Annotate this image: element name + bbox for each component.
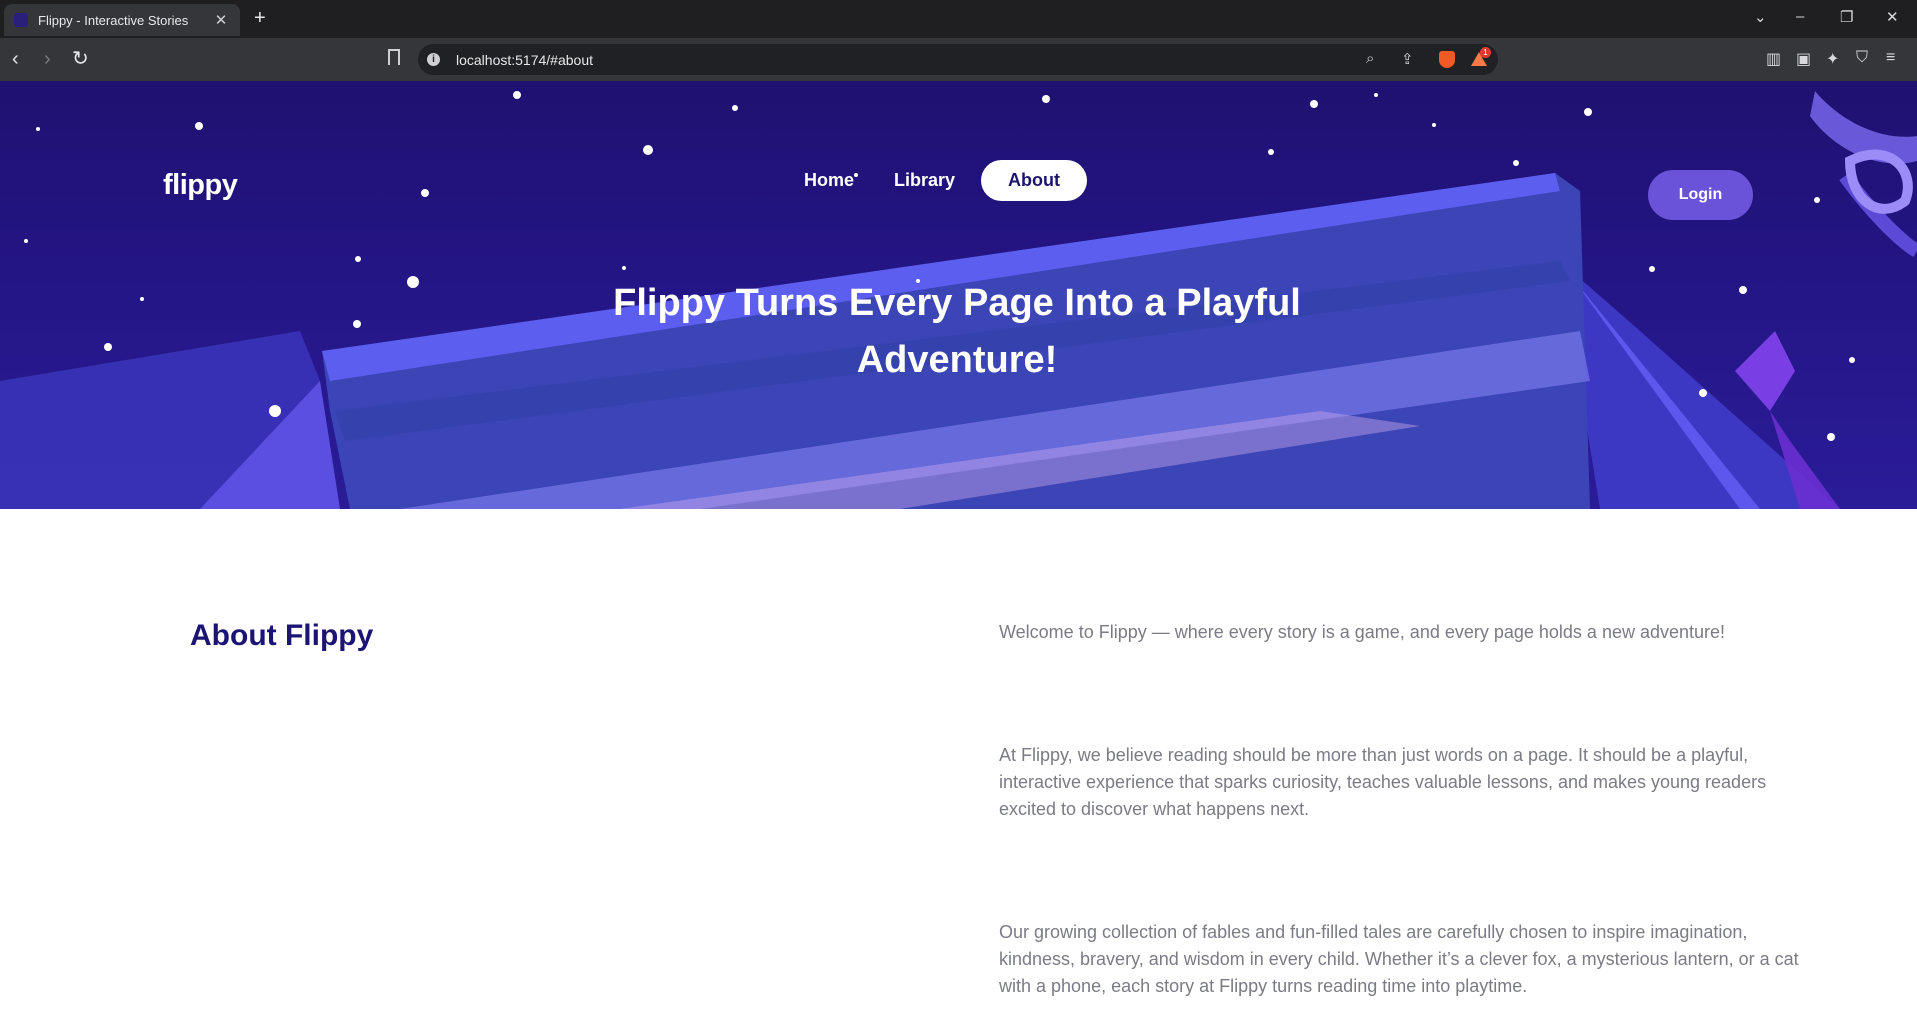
site-info-icon[interactable]: i: [427, 53, 440, 66]
main-nav: Home Library About: [790, 160, 1099, 201]
shields-count-badge: 1: [1480, 47, 1491, 58]
forward-button[interactable]: ›: [44, 47, 51, 71]
bookmark-icon[interactable]: [388, 49, 400, 65]
leo-ai-icon[interactable]: ✦: [1826, 49, 1839, 69]
about-paragraph: At Flippy, we believe reading should be …: [999, 745, 1767, 819]
sidebar-icon[interactable]: ▥: [1766, 49, 1781, 69]
favicon-icon: [14, 13, 28, 27]
nav-about[interactable]: About: [981, 160, 1088, 201]
url-text[interactable]: localhost:5174/#about: [456, 52, 593, 68]
tab-title: Flippy - Interactive Stories: [38, 12, 189, 28]
restore-button[interactable]: ❐: [1840, 8, 1853, 26]
browser-tab[interactable]: Flippy - Interactive Stories ✕: [4, 4, 240, 36]
nav-library[interactable]: Library: [880, 160, 969, 201]
brand-logo[interactable]: flippy: [163, 169, 238, 202]
back-button[interactable]: ‹: [12, 47, 19, 71]
brave-shields-icon[interactable]: [1439, 51, 1455, 68]
hero-title: Flippy Turns Every Page Into a Playful A…: [613, 282, 1301, 381]
tab-close-icon[interactable]: ✕: [212, 11, 230, 29]
vpn-icon[interactable]: ⛉: [1856, 49, 1868, 67]
window-close-button[interactable]: ✕: [1886, 8, 1899, 26]
about-paragraph: Welcome to Flippy — where every story is…: [999, 622, 1726, 642]
wallet-icon[interactable]: ▣: [1796, 49, 1811, 69]
new-tab-button[interactable]: +: [254, 7, 266, 30]
browser-toolbar: ‹ › ↻ i localhost:5174/#about ⌕ ⇪ 1 ▥ ▣ …: [0, 38, 1917, 81]
menu-icon[interactable]: ≡: [1886, 49, 1895, 67]
hero-banner: flippy Home Library About Login Flippy T…: [0, 81, 1917, 509]
about-paragraph: Our growing collection of fables and fun…: [999, 922, 1799, 996]
minimize-button[interactable]: –: [1796, 8, 1804, 25]
nav-home[interactable]: Home: [790, 160, 868, 201]
share-icon[interactable]: ⇪: [1401, 50, 1414, 68]
zoom-icon[interactable]: ⌕: [1366, 50, 1374, 67]
address-bar[interactable]: i localhost:5174/#about ⌕ ⇪ 1: [418, 44, 1498, 75]
browser-tab-bar: Flippy - Interactive Stories ✕ + ⌄ – ❐ ✕: [0, 0, 1917, 38]
about-heading: About Flippy: [190, 619, 374, 652]
reload-button[interactable]: ↻: [72, 47, 89, 71]
tab-list-icon[interactable]: ⌄: [1754, 8, 1767, 26]
login-button[interactable]: Login: [1648, 170, 1753, 220]
